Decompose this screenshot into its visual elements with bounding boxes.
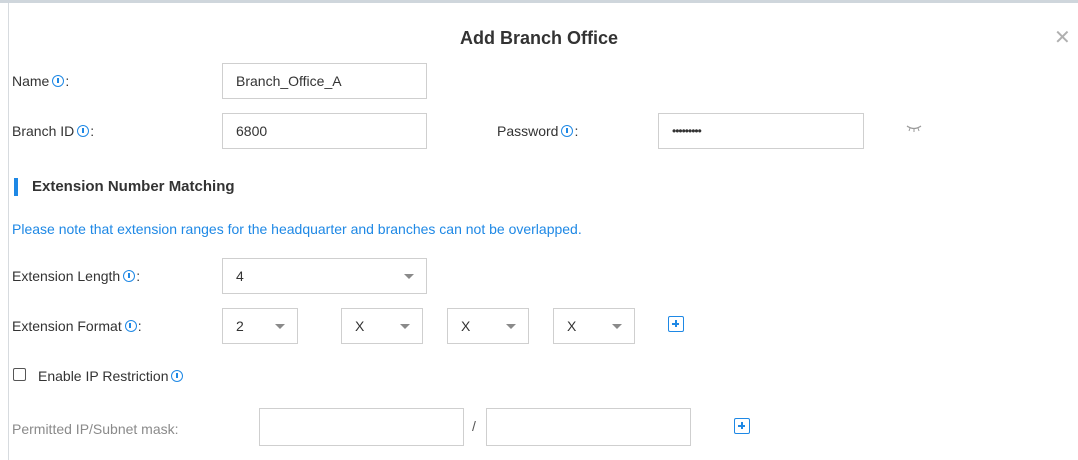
extension-format-digit-2[interactable]: X <box>341 308 423 344</box>
password-label-row: Password : <box>497 123 578 139</box>
extension-length-select[interactable]: 4 <box>222 258 427 294</box>
close-icon[interactable]: ✕ <box>1054 28 1071 48</box>
info-icon[interactable] <box>77 125 90 137</box>
subnet-mask-input[interactable] <box>486 408 691 446</box>
chevron-down-icon <box>400 324 410 329</box>
dialog-left-border <box>8 3 9 460</box>
format-digit-value: X <box>355 318 365 334</box>
dialog-title: Add Branch Office <box>459 28 619 48</box>
password-label: Password <box>497 123 559 139</box>
ip-restriction-label: Enable IP Restriction <box>38 368 169 384</box>
enable-ip-restriction-checkbox[interactable] <box>13 368 26 381</box>
info-icon[interactable] <box>561 125 574 137</box>
name-input[interactable]: Branch_Office_A <box>222 63 427 99</box>
info-icon[interactable] <box>52 75 65 87</box>
name-label: Name <box>12 73 50 89</box>
extension-format-digit-3[interactable]: X <box>447 308 529 344</box>
overlap-note: Please note that extension ranges for th… <box>12 221 582 237</box>
permitted-ip-label: Permitted IP/Subnet mask: <box>12 421 179 437</box>
label-colon: : <box>90 123 95 139</box>
dialog-top-border <box>0 0 1078 3</box>
label-colon: : <box>136 268 141 284</box>
branch-id-input[interactable]: 6800 <box>222 113 427 149</box>
section-accent-bar <box>14 178 18 196</box>
ip-restriction-label-row: Enable IP Restriction <box>38 368 184 384</box>
label-colon: : <box>65 73 70 89</box>
name-label-row: Name : <box>12 73 69 89</box>
format-digit-value: 2 <box>236 318 244 334</box>
chevron-down-icon <box>404 274 414 279</box>
extension-format-label: Extension Format <box>12 318 122 334</box>
label-colon: : <box>137 318 142 334</box>
extension-length-value: 4 <box>236 268 244 284</box>
branch-id-label-row: Branch ID : <box>12 123 94 139</box>
extension-format-label-row: Extension Format : <box>12 318 142 334</box>
extension-format-digit-1[interactable]: 2 <box>222 308 298 344</box>
eye-hidden-icon[interactable] <box>906 124 922 132</box>
chevron-down-icon <box>275 324 285 329</box>
info-icon[interactable] <box>123 270 136 282</box>
format-digit-value: X <box>567 318 577 334</box>
info-icon[interactable] <box>124 320 137 332</box>
password-input[interactable]: ••••••••• <box>658 113 864 149</box>
add-ip-plus-icon[interactable] <box>734 418 750 434</box>
extension-length-label: Extension Length <box>12 268 121 284</box>
chevron-down-icon <box>506 324 516 329</box>
permitted-ip-input[interactable] <box>259 408 464 446</box>
add-extension-digit-plus-icon[interactable] <box>668 316 684 332</box>
label-colon: : <box>574 123 579 139</box>
chevron-down-icon <box>612 324 622 329</box>
format-digit-value: X <box>461 318 471 334</box>
section-title: Extension Number Matching <box>32 178 235 195</box>
extension-format-digit-4[interactable]: X <box>553 308 635 344</box>
extension-length-label-row: Extension Length : <box>12 268 140 284</box>
branch-id-label: Branch ID <box>12 123 75 139</box>
info-icon[interactable] <box>171 370 184 382</box>
ip-mask-separator: / <box>472 418 476 434</box>
